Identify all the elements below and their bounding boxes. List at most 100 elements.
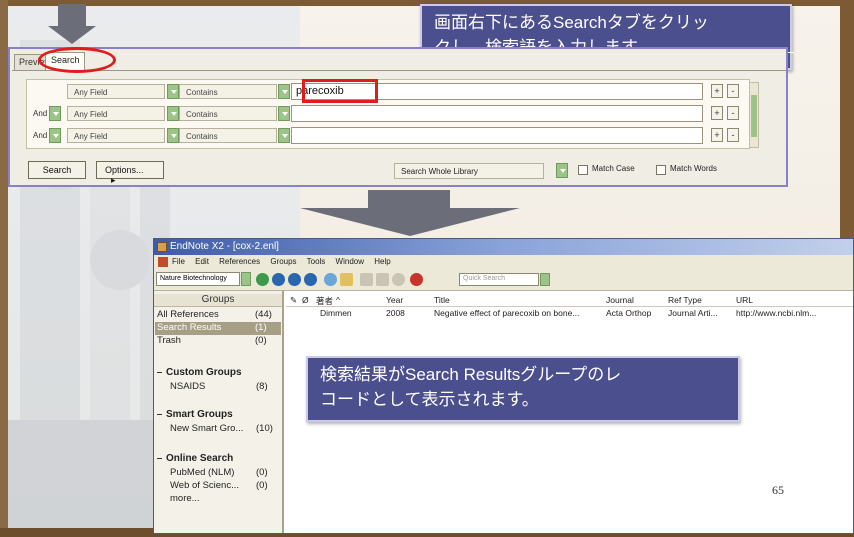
sync-icon[interactable]: [392, 273, 405, 286]
chevron-down-icon[interactable]: [167, 84, 179, 99]
group-label: more...: [170, 493, 200, 504]
criteria-scrollbar[interactable]: [749, 82, 759, 148]
triangle-right-icon: ▸: [111, 175, 116, 185]
remove-row-button[interactable]: -: [727, 84, 739, 98]
col-year[interactable]: Year: [386, 295, 403, 305]
endnote-icon: [157, 242, 167, 252]
remove-row-button[interactable]: -: [727, 128, 739, 142]
group-trash[interactable]: Trash (0): [157, 335, 279, 348]
field-select[interactable]: Any Field: [67, 128, 165, 143]
window-titlebar: EndNote X2 - [cox-2.enl]: [154, 239, 853, 255]
search-term-input[interactable]: [291, 105, 703, 122]
bool-operator[interactable]: And: [31, 106, 47, 121]
menu-bar: File Edit References Groups Tools Window…: [154, 255, 853, 269]
smart-groups-header[interactable]: Smart Groups: [157, 409, 281, 422]
menu-groups[interactable]: Groups: [270, 257, 296, 266]
operator-select[interactable]: Contains: [179, 84, 277, 99]
down-arrow-icon: [48, 4, 96, 44]
globe-icon[interactable]: [324, 273, 337, 286]
menu-window[interactable]: Window: [336, 257, 364, 266]
chevron-down-icon[interactable]: [167, 128, 179, 143]
format-bibliography-icon[interactable]: [376, 273, 389, 286]
window-title: EndNote X2 - [cox-2.enl]: [170, 241, 279, 252]
slide-frame-left: [0, 0, 8, 537]
group-label: Trash: [157, 335, 181, 346]
search-term-input[interactable]: [291, 127, 703, 144]
search-button[interactable]: Search: [28, 161, 86, 179]
upload-icon[interactable]: [304, 273, 317, 286]
group-pubmed[interactable]: PubMed (NLM) (0): [170, 467, 282, 480]
chevron-down-icon[interactable]: [278, 106, 290, 121]
group-count: (44): [255, 309, 272, 320]
collapse-icon: [157, 457, 162, 459]
scope-select[interactable]: Search Whole Library: [394, 163, 544, 179]
col-url[interactable]: URL: [736, 295, 753, 305]
match-case-checkbox[interactable]: [578, 165, 588, 175]
chevron-down-icon[interactable]: [167, 106, 179, 121]
group-more[interactable]: more...: [170, 493, 282, 506]
field-select[interactable]: Any Field: [67, 106, 165, 121]
group-count: (8): [256, 381, 268, 392]
group-nsaids[interactable]: NSAIDS (8): [170, 381, 282, 394]
scrollbar-thumb[interactable]: [751, 95, 757, 137]
collapse-icon: [157, 413, 162, 415]
search-criteria-area: Any Field Contains parecoxib + - And Any…: [26, 79, 759, 149]
group-label: NSAIDS: [170, 381, 206, 392]
attachment-col-icon[interactable]: ✎: [290, 295, 297, 306]
menu-file[interactable]: File: [172, 257, 185, 266]
group-web-of-science[interactable]: Web of Scienc... (0): [170, 480, 282, 493]
chevron-down-icon[interactable]: [49, 106, 61, 121]
chevron-down-icon[interactable]: [278, 84, 290, 99]
menu-references[interactable]: References: [219, 257, 260, 266]
insert-citation-icon[interactable]: [360, 273, 373, 286]
cell-journal: Acta Orthop: [606, 308, 652, 318]
folder-icon[interactable]: [340, 273, 353, 286]
options-button[interactable]: Options... ▸: [96, 161, 164, 185]
help-icon[interactable]: [410, 273, 423, 286]
col-author[interactable]: 著者: [316, 295, 333, 307]
col-journal[interactable]: Journal: [606, 295, 634, 305]
menu-edit[interactable]: Edit: [195, 257, 209, 266]
chevron-down-icon[interactable]: [278, 128, 290, 143]
add-row-button[interactable]: +: [711, 106, 723, 120]
chevron-down-icon[interactable]: [49, 128, 61, 143]
group-label: Search Results: [157, 322, 222, 333]
custom-groups-header[interactable]: Custom Groups: [157, 367, 281, 380]
groups-header: Groups: [154, 294, 282, 307]
table-row[interactable]: Dimmen 2008 Negative effect of parecoxib…: [286, 308, 853, 319]
group-search-results[interactable]: Search Results (1): [155, 322, 281, 335]
group-new-smart[interactable]: New Smart Gro... (10): [170, 423, 282, 436]
online-search-icon[interactable]: [272, 273, 285, 286]
field-select[interactable]: Any Field: [67, 84, 165, 99]
search-row-1: Any Field Contains parecoxib + -: [31, 79, 747, 103]
chevron-down-icon[interactable]: [241, 272, 251, 286]
group-all-references[interactable]: All References (44): [157, 309, 279, 322]
remove-row-button[interactable]: -: [727, 106, 739, 120]
operator-select[interactable]: Contains: [179, 128, 277, 143]
chevron-down-icon[interactable]: [540, 273, 550, 286]
output-style-select[interactable]: Nature Biotechnology: [156, 272, 240, 286]
paperclip-col-icon[interactable]: Ø: [302, 295, 309, 305]
operator-select[interactable]: Contains: [179, 106, 277, 121]
sort-ascending-icon: ^: [336, 295, 340, 305]
group-count: (0): [256, 467, 268, 478]
add-row-button[interactable]: +: [711, 128, 723, 142]
new-reference-icon[interactable]: [256, 273, 269, 286]
bool-operator: [31, 84, 51, 99]
menu-help[interactable]: Help: [374, 257, 390, 266]
col-ref-type[interactable]: Ref Type: [668, 295, 702, 305]
match-words-checkbox[interactable]: [656, 165, 666, 175]
col-title[interactable]: Title: [434, 295, 450, 305]
online-search-header[interactable]: Online Search: [157, 453, 281, 466]
search-term-highlight: [302, 79, 378, 103]
toolbar: Nature Biotechnology Quick Search: [154, 269, 853, 291]
group-count: (0): [255, 335, 267, 346]
chevron-down-icon[interactable]: [556, 163, 568, 178]
bool-operator[interactable]: And: [31, 128, 47, 143]
menu-tools[interactable]: Tools: [307, 257, 326, 266]
quick-search-input[interactable]: Quick Search: [459, 273, 539, 286]
tab-divider: [12, 70, 786, 71]
add-row-button[interactable]: +: [711, 84, 723, 98]
download-icon[interactable]: [288, 273, 301, 286]
search-row-2: And Any Field Contains + -: [31, 105, 747, 123]
